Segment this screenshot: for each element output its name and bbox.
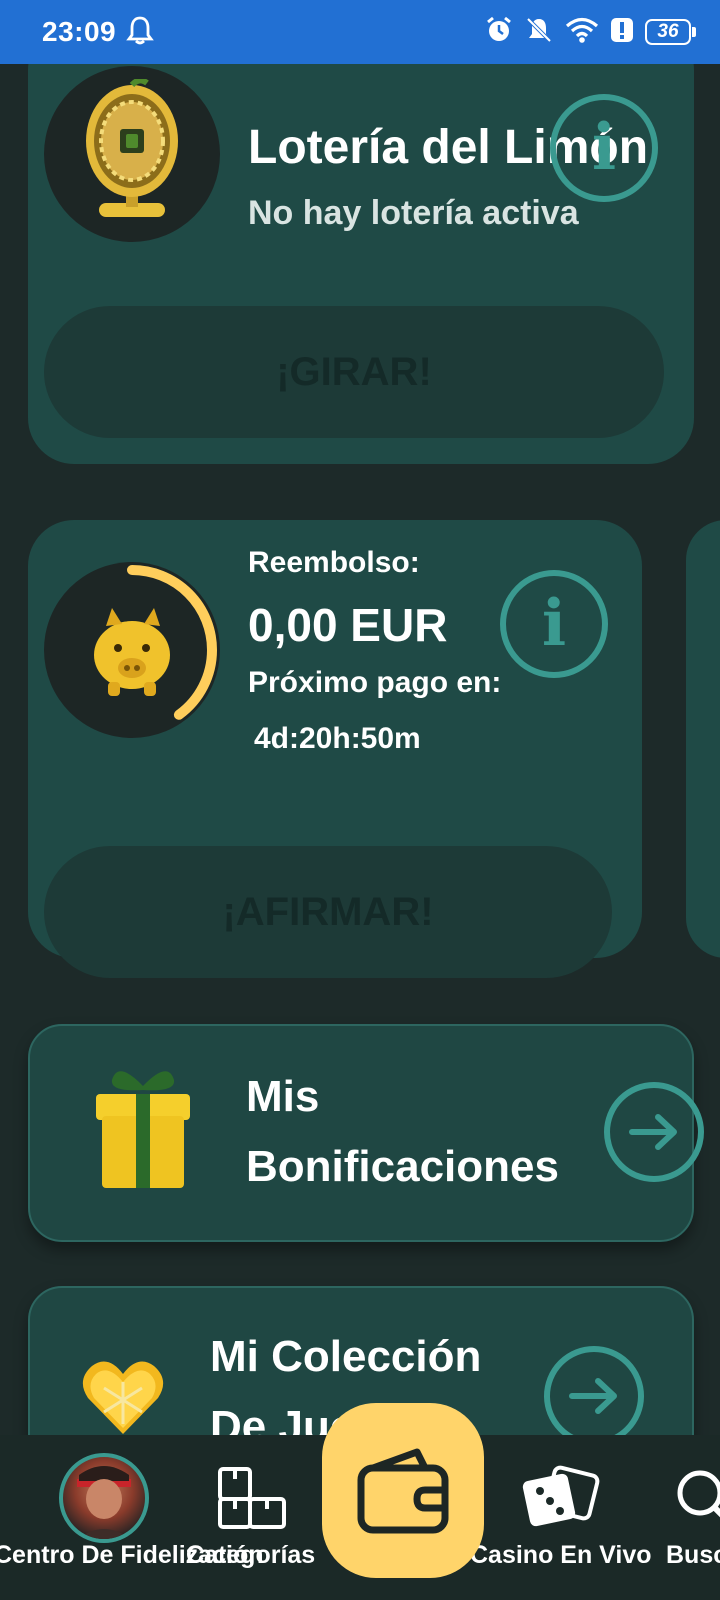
categories-icon [216,1465,288,1536]
alert-icon [611,16,633,49]
lottery-status: No hay lotería activa [248,194,579,232]
arrow-right-icon [569,1378,617,1414]
cashback-amount: 0,00 EUR [248,599,448,651]
notifications-off-icon [525,16,553,49]
cashback-info-button[interactable]: i [500,570,608,678]
lottery-wheel-thumbnail [44,66,220,242]
cashback-card: Reembolso: 0,00 EUR Próximo pago en: 4d:… [28,520,642,978]
lemon-heart-icon [80,1358,166,1435]
wallet-icon [357,1448,449,1533]
lottery-card: Lotería del Limón No hay lotería activa … [28,64,694,464]
avatar [59,1453,149,1543]
arrow-right-icon [629,1114,677,1150]
my-game-collection-title-line1: Mi Colección [210,1332,482,1381]
next-payment-countdown: 4d:20h:50m [254,722,421,755]
nav-categories-label: Categorías [186,1541,316,1569]
battery-level: 36 [645,19,691,45]
piggy-bank-icon [94,608,170,696]
spin-button[interactable]: ¡GIRAR! [44,306,664,438]
dice-icon [520,1461,600,1538]
nav-loyalty-center[interactable]: Centro De Fidelización [0,1435,263,1600]
scroll-content[interactable]: Lotería del Limón No hay lotería activa … [0,64,720,1435]
status-bar: 23:09 36 [0,0,720,64]
claim-button[interactable]: ¡AFIRMAR! [44,846,612,978]
my-bonuses-card[interactable]: Mis Bonificaciones [28,1024,704,1242]
nav-live-casino-label: Casino En Vivo [470,1541,652,1569]
info-icon: i [541,586,567,661]
next-card-peek[interactable] [686,520,720,958]
lottery-info-button[interactable]: i [550,94,658,202]
bell-icon [126,15,154,50]
lemon-wheel-icon [86,79,178,217]
next-payment-label: Próximo pago en: [248,666,502,699]
cashback-label: Reembolso: [248,546,420,579]
search-icon [674,1467,720,1532]
cashback-thumbnail [44,562,220,738]
my-bonuses-title-line2: Bonificaciones [246,1142,559,1191]
nav-search-label: Buscar [666,1541,720,1569]
my-bonuses-title-line1: Mis [246,1072,320,1121]
wallet-button[interactable] [322,1403,484,1578]
status-time: 23:09 [42,16,117,47]
battery-icon: 36 [645,19,696,45]
my-game-collection-arrow-button[interactable] [544,1346,644,1435]
nav-search[interactable]: Buscar [660,1435,720,1600]
wifi-icon [565,16,599,49]
nav-categories[interactable]: Categorías [180,1435,330,1600]
alarm-icon [485,16,513,49]
nav-live-casino[interactable]: Casino En Vivo [468,1435,654,1600]
my-bonuses-arrow-button[interactable] [604,1082,704,1182]
gift-icon [88,1066,198,1197]
info-icon: i [591,110,617,185]
